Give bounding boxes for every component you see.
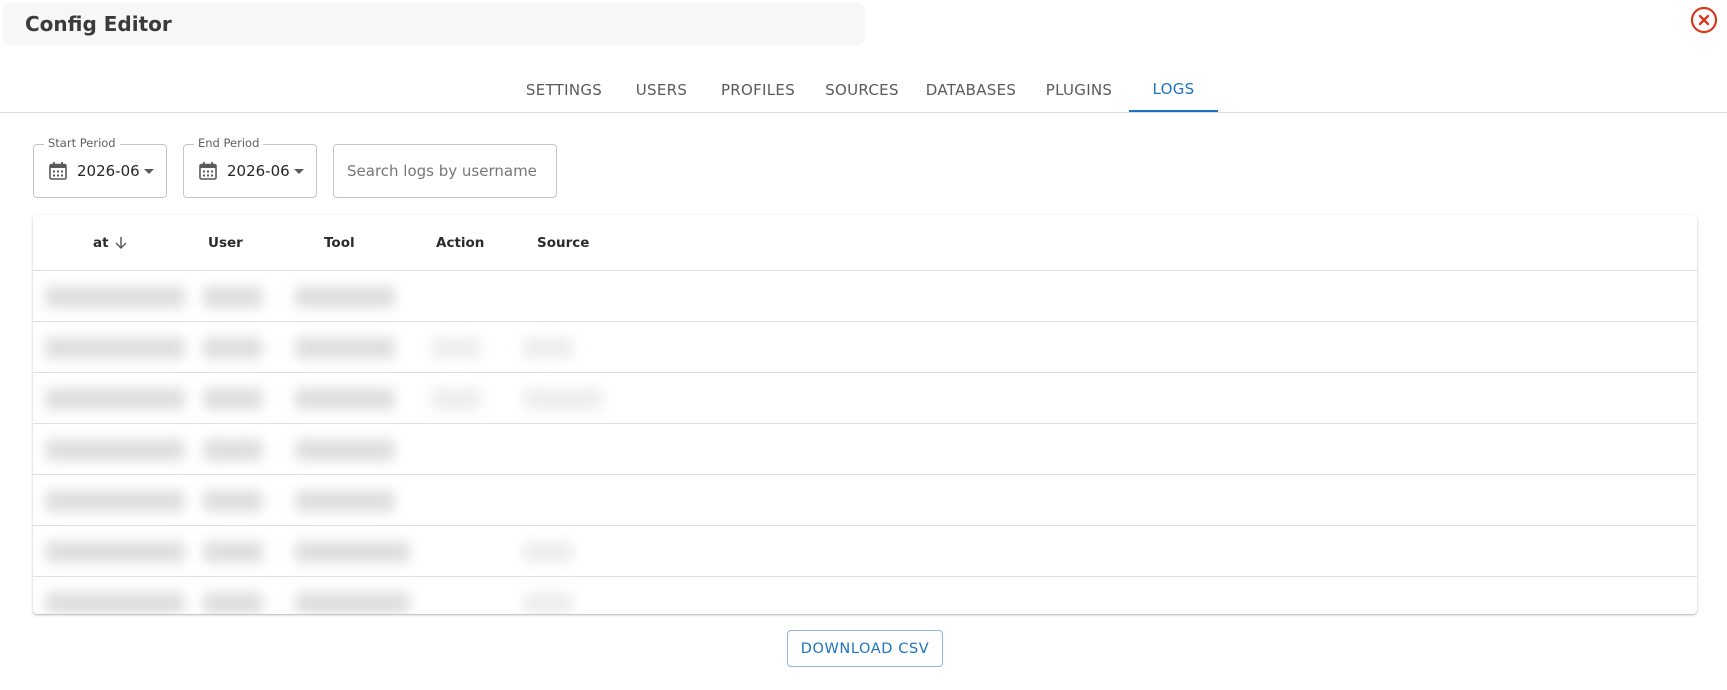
column-header-tool[interactable]: Tool (324, 215, 355, 270)
end-period-value: 2026-06 (227, 162, 290, 180)
tab-users[interactable]: USERS (630, 68, 693, 112)
redacted-cell (203, 286, 263, 308)
start-period-value: 2026-06 (77, 162, 140, 180)
table-row[interactable] (33, 424, 1697, 475)
redacted-cell (295, 541, 410, 563)
redacted-cell (45, 388, 185, 410)
redacted-cell (295, 286, 395, 308)
column-header-source[interactable]: Source (537, 215, 589, 270)
table-row[interactable] (33, 373, 1697, 424)
redacted-cell (45, 439, 185, 461)
caret-down-icon (294, 169, 304, 174)
tab-settings[interactable]: SETTINGS (520, 68, 608, 112)
table-row[interactable] (33, 577, 1697, 614)
redacted-cell (431, 388, 481, 410)
tab-databases[interactable]: DATABASES (924, 68, 1018, 112)
redacted-cell (203, 490, 263, 512)
redacted-cell (523, 388, 603, 410)
redacted-cell (203, 439, 263, 461)
table-row[interactable] (33, 526, 1697, 577)
redacted-cell (523, 337, 573, 359)
redacted-cell (295, 490, 395, 512)
table-row[interactable] (33, 475, 1697, 526)
start-period-label: Start Period (44, 136, 120, 150)
logs-table: at User Tool Action Source (33, 215, 1697, 614)
tab-profiles[interactable]: PROFILES (716, 68, 800, 112)
tab-sources[interactable]: SOURCES (822, 68, 902, 112)
table-header: at User Tool Action Source (33, 215, 1697, 271)
redacted-cell (45, 337, 185, 359)
tab-bar: SETTINGS USERS PROFILES SOURCES DATABASE… (0, 68, 1727, 113)
close-circle-icon (1690, 6, 1718, 34)
tab-plugins[interactable]: PLUGINS (1040, 68, 1118, 112)
redacted-cell (45, 592, 185, 614)
redacted-cell (523, 592, 573, 614)
redacted-cell (203, 388, 263, 410)
table-row[interactable] (33, 322, 1697, 373)
column-header-action[interactable]: Action (436, 215, 484, 270)
redacted-cell (45, 541, 185, 563)
calendar-icon (199, 162, 217, 180)
editor-header: Config Editor (2, 2, 865, 46)
redacted-cell (295, 337, 395, 359)
redacted-cell (45, 490, 185, 512)
redacted-cell (431, 337, 481, 359)
column-header-at[interactable]: at (93, 215, 128, 270)
close-button[interactable] (1690, 6, 1718, 34)
search-input[interactable] (333, 144, 557, 198)
table-row[interactable] (33, 271, 1697, 322)
column-header-user[interactable]: User (208, 215, 243, 270)
end-period-select[interactable]: End Period 2026-06 (183, 136, 317, 198)
tab-logs[interactable]: LOGS (1129, 68, 1218, 112)
redacted-cell (203, 541, 263, 563)
page-title: Config Editor (25, 12, 172, 36)
redacted-cell (523, 541, 573, 563)
caret-down-icon (144, 169, 154, 174)
column-header-label: at (93, 234, 109, 251)
redacted-cell (295, 439, 395, 461)
redacted-cell (45, 286, 185, 308)
redacted-cell (295, 592, 410, 614)
calendar-icon (49, 162, 67, 180)
download-csv-button[interactable]: DOWNLOAD CSV (787, 630, 943, 667)
redacted-cell (295, 388, 395, 410)
redacted-cell (203, 592, 263, 614)
start-period-select[interactable]: Start Period 2026-06 (33, 136, 167, 198)
end-period-label: End Period (194, 136, 264, 150)
redacted-cell (203, 337, 263, 359)
arrow-down-icon (115, 236, 126, 249)
